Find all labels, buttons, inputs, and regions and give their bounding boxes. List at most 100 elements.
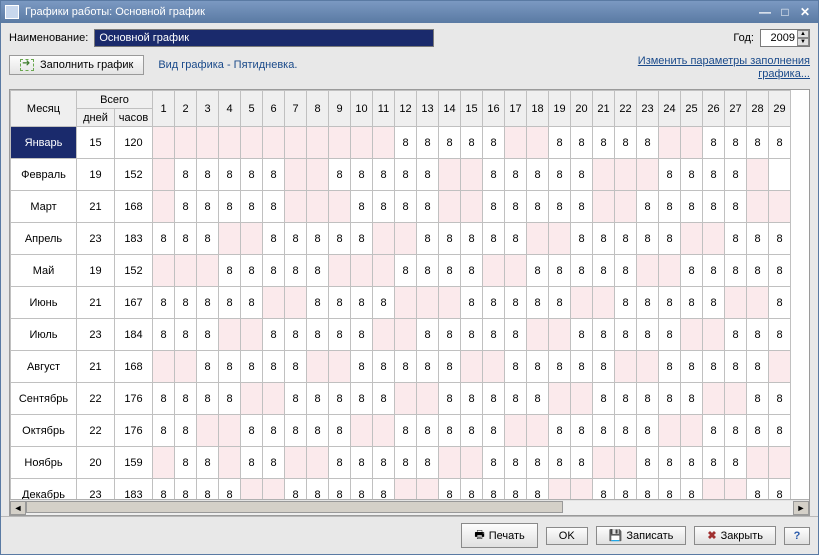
day-cell[interactable] xyxy=(373,223,395,255)
day-cell[interactable]: 8 xyxy=(219,351,241,383)
day-cell[interactable]: 8 xyxy=(285,479,307,500)
day-cell[interactable]: 8 xyxy=(307,479,329,500)
day-cell[interactable]: 8 xyxy=(483,159,505,191)
month-cell[interactable]: Октябрь xyxy=(11,415,77,447)
day-cell[interactable]: 8 xyxy=(153,223,175,255)
header-day[interactable]: 26 xyxy=(703,91,725,127)
header-day[interactable]: 21 xyxy=(593,91,615,127)
hours-cell[interactable]: 152 xyxy=(115,255,153,287)
day-cell[interactable]: 8 xyxy=(703,255,725,287)
day-cell[interactable]: 8 xyxy=(527,383,549,415)
day-cell[interactable] xyxy=(527,223,549,255)
day-cell[interactable] xyxy=(593,287,615,319)
day-cell[interactable] xyxy=(747,159,769,191)
day-cell[interactable]: 8 xyxy=(615,127,637,159)
month-cell[interactable]: Сентябрь xyxy=(11,383,77,415)
day-cell[interactable]: 8 xyxy=(219,159,241,191)
day-cell[interactable] xyxy=(153,159,175,191)
day-cell[interactable] xyxy=(285,287,307,319)
day-cell[interactable]: 8 xyxy=(219,255,241,287)
day-cell[interactable]: 8 xyxy=(285,415,307,447)
days-cell[interactable]: 21 xyxy=(77,287,115,319)
day-cell[interactable] xyxy=(395,479,417,500)
header-day[interactable]: 27 xyxy=(725,91,747,127)
day-cell[interactable]: 8 xyxy=(175,447,197,479)
day-cell[interactable]: 8 xyxy=(395,255,417,287)
header-day[interactable]: 29 xyxy=(769,91,791,127)
day-cell[interactable] xyxy=(593,159,615,191)
day-cell[interactable]: 8 xyxy=(483,447,505,479)
day-cell[interactable]: 8 xyxy=(307,319,329,351)
day-cell[interactable]: 8 xyxy=(725,351,747,383)
day-cell[interactable] xyxy=(703,223,725,255)
day-cell[interactable] xyxy=(461,191,483,223)
hours-cell[interactable]: 120 xyxy=(115,127,153,159)
day-cell[interactable]: 8 xyxy=(659,447,681,479)
day-cell[interactable]: 8 xyxy=(153,319,175,351)
hours-cell[interactable]: 183 xyxy=(115,479,153,500)
header-month[interactable]: Месяц xyxy=(11,91,77,127)
day-cell[interactable]: 8 xyxy=(615,223,637,255)
day-cell[interactable]: 8 xyxy=(373,479,395,500)
day-cell[interactable]: 8 xyxy=(285,255,307,287)
day-cell[interactable] xyxy=(241,319,263,351)
day-cell[interactable]: 8 xyxy=(395,447,417,479)
day-cell[interactable]: 8 xyxy=(505,191,527,223)
header-day[interactable]: 3 xyxy=(197,91,219,127)
day-cell[interactable]: 8 xyxy=(527,287,549,319)
day-cell[interactable]: 8 xyxy=(175,223,197,255)
day-cell[interactable]: 8 xyxy=(483,319,505,351)
day-cell[interactable] xyxy=(263,287,285,319)
day-cell[interactable] xyxy=(747,287,769,319)
day-cell[interactable]: 8 xyxy=(593,383,615,415)
day-cell[interactable]: 8 xyxy=(593,351,615,383)
close-icon[interactable]: ✕ xyxy=(796,4,814,20)
day-cell[interactable]: 8 xyxy=(329,383,351,415)
day-cell[interactable] xyxy=(725,287,747,319)
day-cell[interactable]: 8 xyxy=(373,159,395,191)
day-cell[interactable]: 8 xyxy=(461,127,483,159)
day-cell[interactable]: 8 xyxy=(329,159,351,191)
day-cell[interactable]: 8 xyxy=(703,191,725,223)
day-cell[interactable] xyxy=(703,479,725,500)
day-cell[interactable]: 8 xyxy=(659,287,681,319)
day-cell[interactable]: 8 xyxy=(197,479,219,500)
day-cell[interactable]: 8 xyxy=(505,447,527,479)
day-cell[interactable] xyxy=(153,447,175,479)
day-cell[interactable]: 8 xyxy=(747,351,769,383)
day-cell[interactable] xyxy=(505,255,527,287)
header-day[interactable]: 8 xyxy=(307,91,329,127)
day-cell[interactable]: 8 xyxy=(593,127,615,159)
day-cell[interactable]: 8 xyxy=(439,255,461,287)
day-cell[interactable] xyxy=(549,223,571,255)
days-cell[interactable]: 19 xyxy=(77,255,115,287)
day-cell[interactable]: 8 xyxy=(747,223,769,255)
header-day[interactable]: 20 xyxy=(571,91,593,127)
day-cell[interactable]: 8 xyxy=(241,351,263,383)
day-cell[interactable]: 8 xyxy=(659,223,681,255)
day-cell[interactable]: 8 xyxy=(571,447,593,479)
day-cell[interactable]: 8 xyxy=(527,351,549,383)
day-cell[interactable]: 8 xyxy=(549,255,571,287)
hours-cell[interactable]: 184 xyxy=(115,319,153,351)
day-cell[interactable]: 8 xyxy=(593,415,615,447)
day-cell[interactable]: 8 xyxy=(549,447,571,479)
day-cell[interactable]: 8 xyxy=(461,223,483,255)
day-cell[interactable]: 8 xyxy=(637,127,659,159)
day-cell[interactable] xyxy=(637,159,659,191)
day-cell[interactable]: 8 xyxy=(263,319,285,351)
day-cell[interactable]: 8 xyxy=(197,159,219,191)
day-cell[interactable] xyxy=(615,191,637,223)
day-cell[interactable]: 8 xyxy=(241,287,263,319)
hours-cell[interactable]: 152 xyxy=(115,159,153,191)
day-cell[interactable]: 8 xyxy=(637,447,659,479)
hours-cell[interactable]: 159 xyxy=(115,447,153,479)
day-cell[interactable]: 8 xyxy=(219,383,241,415)
day-cell[interactable] xyxy=(329,191,351,223)
day-cell[interactable]: 8 xyxy=(395,415,417,447)
day-cell[interactable]: 8 xyxy=(483,127,505,159)
header-day[interactable]: 9 xyxy=(329,91,351,127)
day-cell[interactable]: 8 xyxy=(329,415,351,447)
day-cell[interactable]: 8 xyxy=(549,351,571,383)
day-cell[interactable] xyxy=(527,319,549,351)
